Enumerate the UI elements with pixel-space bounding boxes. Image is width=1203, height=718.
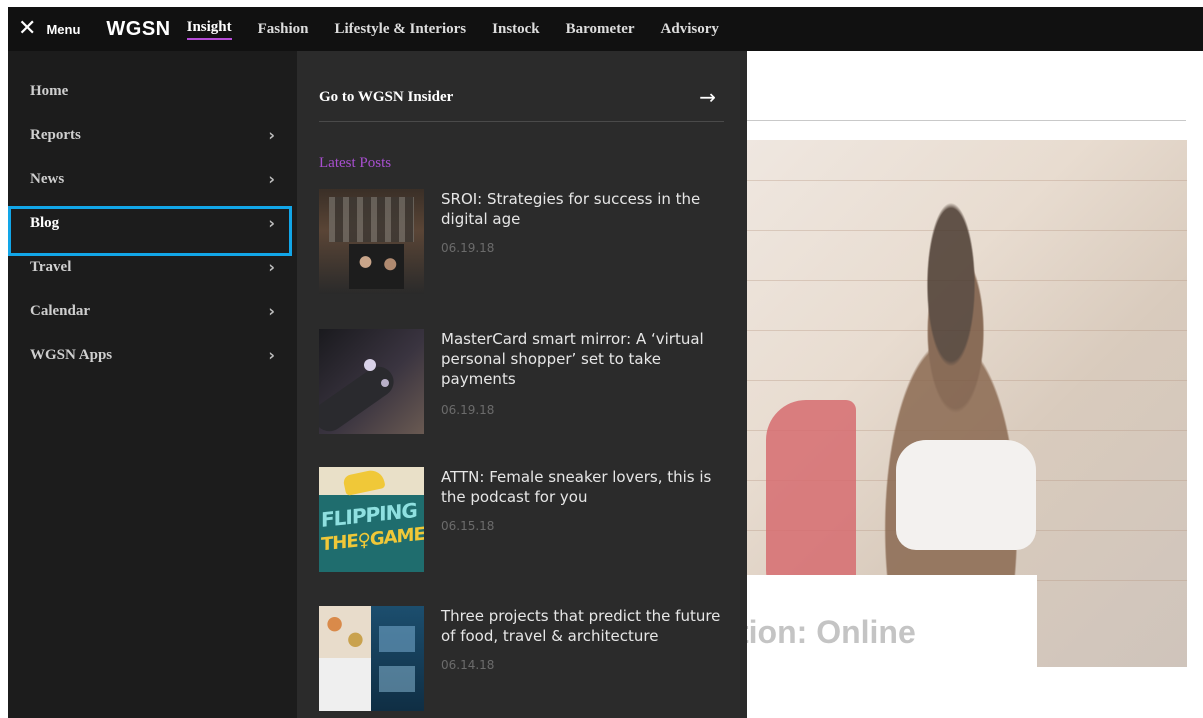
wgsn-insider-link[interactable]: Go to WGSN Insider → bbox=[319, 73, 724, 122]
top-nav-inner: ✕ Menu WGSN Insight Fashion Lifestyle & … bbox=[8, 7, 1203, 51]
side-menu: Home Reports › News › Blog › Travel › Ca… bbox=[8, 51, 297, 718]
side-menu-reports[interactable]: Reports › bbox=[8, 113, 297, 157]
nav-advisory[interactable]: Advisory bbox=[661, 21, 719, 38]
side-menu-travel[interactable]: Travel › bbox=[8, 245, 297, 289]
side-menu-wgsn-apps[interactable]: WGSN Apps › bbox=[8, 333, 297, 377]
wgsn-logo[interactable]: WGSN bbox=[106, 18, 170, 41]
post-date: 06.19.18 bbox=[441, 403, 495, 417]
side-menu-home[interactable]: Home bbox=[8, 69, 297, 113]
post-title[interactable]: SROI: Strategies for success in the digi… bbox=[441, 189, 726, 229]
side-menu-label: Blog bbox=[30, 214, 60, 231]
close-icon[interactable]: ✕ bbox=[18, 18, 36, 40]
post-thumbnail[interactable] bbox=[319, 606, 424, 711]
hero-garment bbox=[896, 440, 1036, 550]
chevron-right-icon: › bbox=[268, 257, 275, 277]
post-thumbnail[interactable] bbox=[319, 329, 424, 434]
nav-barometer[interactable]: Barometer bbox=[566, 21, 635, 38]
side-menu-label: Reports bbox=[30, 126, 81, 143]
post-date: 06.14.18 bbox=[441, 658, 495, 672]
side-menu-label: News bbox=[30, 170, 65, 187]
top-nav-bar: ✕ Menu WGSN Insight Fashion Lifestyle & … bbox=[0, 0, 1203, 58]
post-thumbnail[interactable]: FLIPPING THE♀GAME bbox=[319, 467, 424, 572]
blog-post-item[interactable]: SROI: Strategies for success in the digi… bbox=[319, 189, 739, 294]
divider bbox=[746, 120, 1186, 121]
chevron-right-icon: › bbox=[268, 169, 275, 189]
post-thumbnail[interactable] bbox=[319, 189, 424, 294]
chevron-right-icon: › bbox=[268, 213, 275, 233]
chevron-right-icon: › bbox=[268, 301, 275, 321]
blog-flyout: Go to WGSN Insider → Latest Posts SROI: … bbox=[297, 51, 747, 718]
blog-post-item[interactable]: MasterCard smart mirror: A ‘virtual pers… bbox=[319, 329, 739, 434]
side-menu-label: Travel bbox=[30, 258, 72, 275]
arrow-right-icon: → bbox=[699, 85, 716, 109]
article-headline-fragment[interactable]: tion: Online bbox=[738, 614, 916, 651]
post-title[interactable]: Three projects that predict the future o… bbox=[441, 606, 726, 646]
side-menu-label: Calendar bbox=[30, 302, 90, 319]
side-menu-calendar[interactable]: Calendar › bbox=[8, 289, 297, 333]
side-menu-label: WGSN Apps bbox=[30, 346, 113, 363]
blog-post-item[interactable]: FLIPPING THE♀GAME ATTN: Female sneaker l… bbox=[319, 467, 739, 572]
post-title[interactable]: MasterCard smart mirror: A ‘virtual pers… bbox=[441, 329, 726, 389]
post-date: 06.15.18 bbox=[441, 519, 495, 533]
side-menu-blog[interactable]: Blog › bbox=[8, 201, 297, 245]
nav-insight[interactable]: Insight bbox=[186, 19, 232, 40]
post-date: 06.19.18 bbox=[441, 241, 495, 255]
menu-toggle-button[interactable]: ✕ Menu bbox=[8, 7, 90, 51]
latest-posts-heading: Latest Posts bbox=[319, 155, 392, 171]
menu-label: Menu bbox=[46, 21, 81, 37]
side-menu-news[interactable]: News › bbox=[8, 157, 297, 201]
nav-lifestyle-interiors[interactable]: Lifestyle & Interiors bbox=[335, 21, 467, 38]
insider-link-label: Go to WGSN Insider bbox=[319, 88, 454, 105]
chevron-right-icon: › bbox=[268, 345, 275, 365]
post-title[interactable]: ATTN: Female sneaker lovers, this is the… bbox=[441, 467, 726, 507]
nav-fashion[interactable]: Fashion bbox=[258, 21, 309, 38]
chevron-right-icon: › bbox=[268, 125, 275, 145]
side-menu-label: Home bbox=[30, 82, 69, 99]
blog-post-item[interactable]: Three projects that predict the future o… bbox=[319, 606, 739, 711]
background-page: tion: Online bbox=[738, 58, 1203, 718]
nav-instock[interactable]: Instock bbox=[492, 21, 540, 38]
